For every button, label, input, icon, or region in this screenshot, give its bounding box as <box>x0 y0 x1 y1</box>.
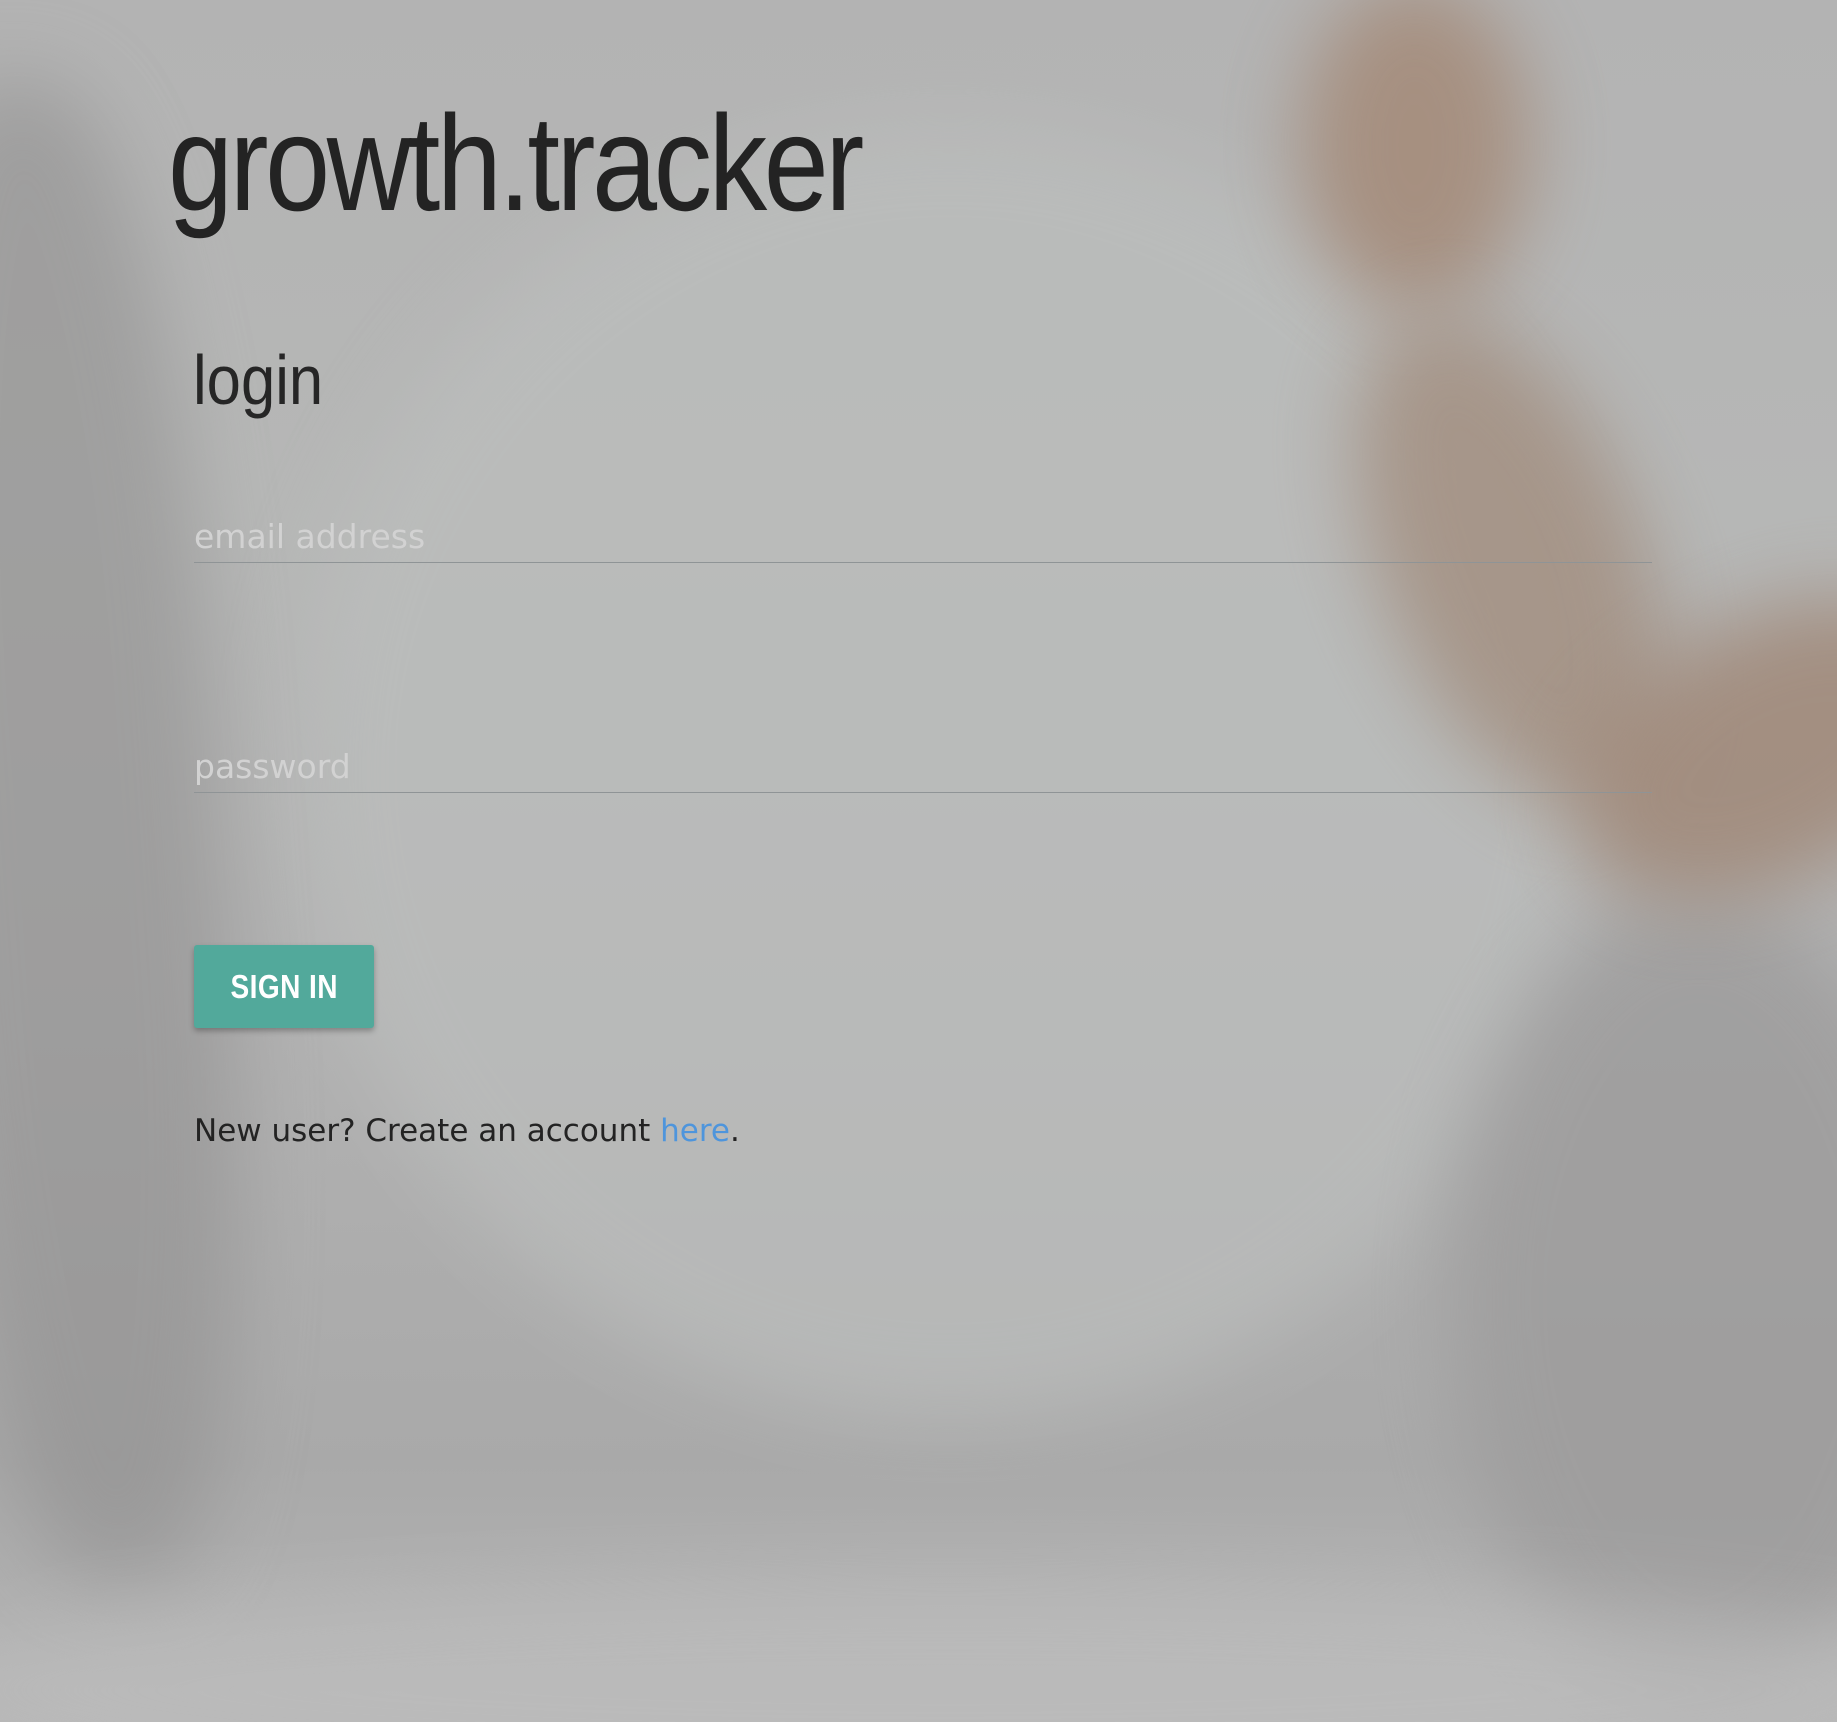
signup-prompt-text: New user? Create an account <box>194 1113 661 1149</box>
login-page: growth.tracker login SIGN IN New user? C… <box>0 0 1837 1722</box>
signup-prompt: New user? Create an account here. <box>194 1113 740 1149</box>
sign-in-button[interactable]: SIGN IN <box>194 945 374 1028</box>
email-field[interactable] <box>194 510 1652 562</box>
create-account-link[interactable]: here <box>660 1113 730 1149</box>
email-field-wrapper <box>194 510 1652 563</box>
login-heading: login <box>193 341 324 419</box>
sign-in-button-label: SIGN IN <box>230 967 338 1005</box>
signup-prompt-period: . <box>729 1113 740 1149</box>
password-field-wrapper <box>194 740 1652 793</box>
password-field[interactable] <box>194 740 1652 792</box>
app-title: growth.tracker <box>168 87 864 239</box>
